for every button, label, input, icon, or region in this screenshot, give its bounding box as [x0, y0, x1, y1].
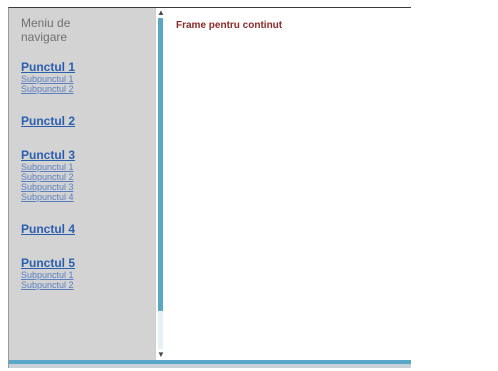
navigation-frame: Meniu de navigare Punctul 1 Subpunctul 1… [9, 8, 155, 360]
scroll-up-arrow-icon[interactable]: ▲ [156, 8, 166, 18]
nav-group-1: Punctul 1 Subpunctul 1 Subpunctul 2 [21, 60, 155, 94]
status-bar [9, 364, 411, 368]
nav-group-5: Punctul 5 Subpunctul 1 Subpunctul 2 [21, 256, 155, 290]
browser-frameset: Meniu de navigare Punctul 1 Subpunctul 1… [8, 7, 411, 368]
nav-scrollbar[interactable]: ▲ ▼ [155, 8, 166, 360]
nav-group-3: Punctul 3 Subpunctul 1 Subpunctul 2 Subp… [21, 148, 155, 202]
nav-group-2: Punctul 2 [21, 114, 155, 128]
content-heading: Frame pentru continut [176, 20, 283, 31]
nav-item-punctul-3[interactable]: Punctul 3 [21, 148, 155, 162]
nav-subitem-5-2[interactable]: Subpunctul 2 [21, 280, 155, 290]
nav-subitem-1-2[interactable]: Subpunctul 2 [21, 84, 155, 94]
nav-subitem-3-4[interactable]: Subpunctul 4 [21, 192, 155, 202]
nav-item-punctul-1[interactable]: Punctul 1 [21, 60, 155, 74]
nav-subitem-1-1[interactable]: Subpunctul 1 [21, 74, 155, 84]
nav-subitem-3-3[interactable]: Subpunctul 3 [21, 182, 155, 192]
nav-title: Meniu de navigare [21, 16, 71, 44]
nav-item-punctul-2[interactable]: Punctul 2 [21, 114, 155, 128]
nav-subitem-5-1[interactable]: Subpunctul 1 [21, 270, 155, 280]
scroll-down-arrow-icon[interactable]: ▼ [156, 350, 166, 360]
scrollbar-track[interactable] [158, 311, 163, 349]
content-frame: Frame pentru continut [166, 8, 411, 360]
nav-subitem-3-2[interactable]: Subpunctul 2 [21, 172, 155, 182]
nav-subitem-3-1[interactable]: Subpunctul 1 [21, 162, 155, 172]
nav-group-4: Punctul 4 [21, 222, 155, 236]
scrollbar-thumb[interactable] [158, 18, 163, 311]
nav-item-punctul-4[interactable]: Punctul 4 [21, 222, 155, 236]
nav-item-punctul-5[interactable]: Punctul 5 [21, 256, 155, 270]
